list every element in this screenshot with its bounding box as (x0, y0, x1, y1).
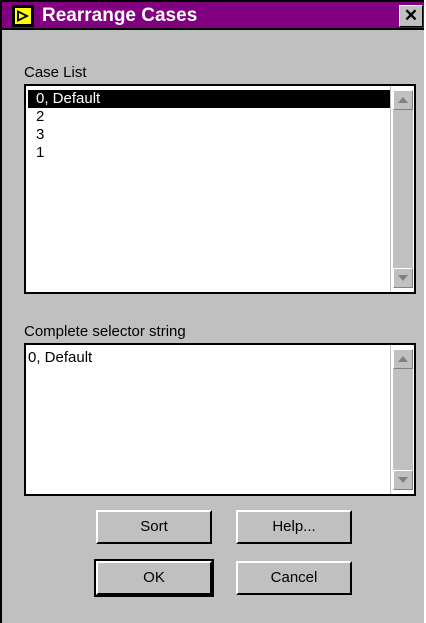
case-list[interactable]: 0, Default 2 3 1 (24, 84, 416, 294)
scroll-down-arrow-icon[interactable] (393, 268, 413, 288)
sort-button[interactable]: Sort (96, 510, 212, 544)
case-list-label: Case List (24, 64, 87, 81)
title-bar[interactable]: Rearrange Cases ✕ (2, 0, 426, 30)
ok-button[interactable]: OK (94, 559, 214, 597)
close-icon[interactable]: ✕ (399, 5, 423, 27)
scroll-up-arrow-icon[interactable] (393, 349, 413, 369)
selector-string-label: Complete selector string (24, 323, 186, 340)
case-list-item[interactable]: 1 (28, 144, 390, 162)
scroll-up-arrow-icon[interactable] (393, 90, 413, 110)
selector-string-field[interactable]: 0, Default (24, 343, 416, 496)
scroll-track[interactable] (393, 110, 413, 268)
help-button[interactable]: Help... (236, 510, 352, 544)
app-icon (12, 5, 34, 27)
case-list-item[interactable]: 3 (28, 126, 390, 144)
case-list-item[interactable]: 2 (28, 108, 390, 126)
scroll-down-arrow-icon[interactable] (393, 470, 413, 490)
rearrange-cases-dialog: Rearrange Cases ✕ Case List 0, Default 2… (0, 0, 426, 623)
selector-scrollbar[interactable] (390, 345, 414, 494)
cancel-button[interactable]: Cancel (236, 561, 352, 595)
dialog-title: Rearrange Cases (42, 5, 198, 26)
selector-string-value: 0, Default (28, 349, 93, 366)
scroll-track[interactable] (393, 369, 413, 470)
case-list-scrollbar[interactable] (390, 86, 414, 292)
case-list-item[interactable]: 0, Default (28, 90, 390, 108)
